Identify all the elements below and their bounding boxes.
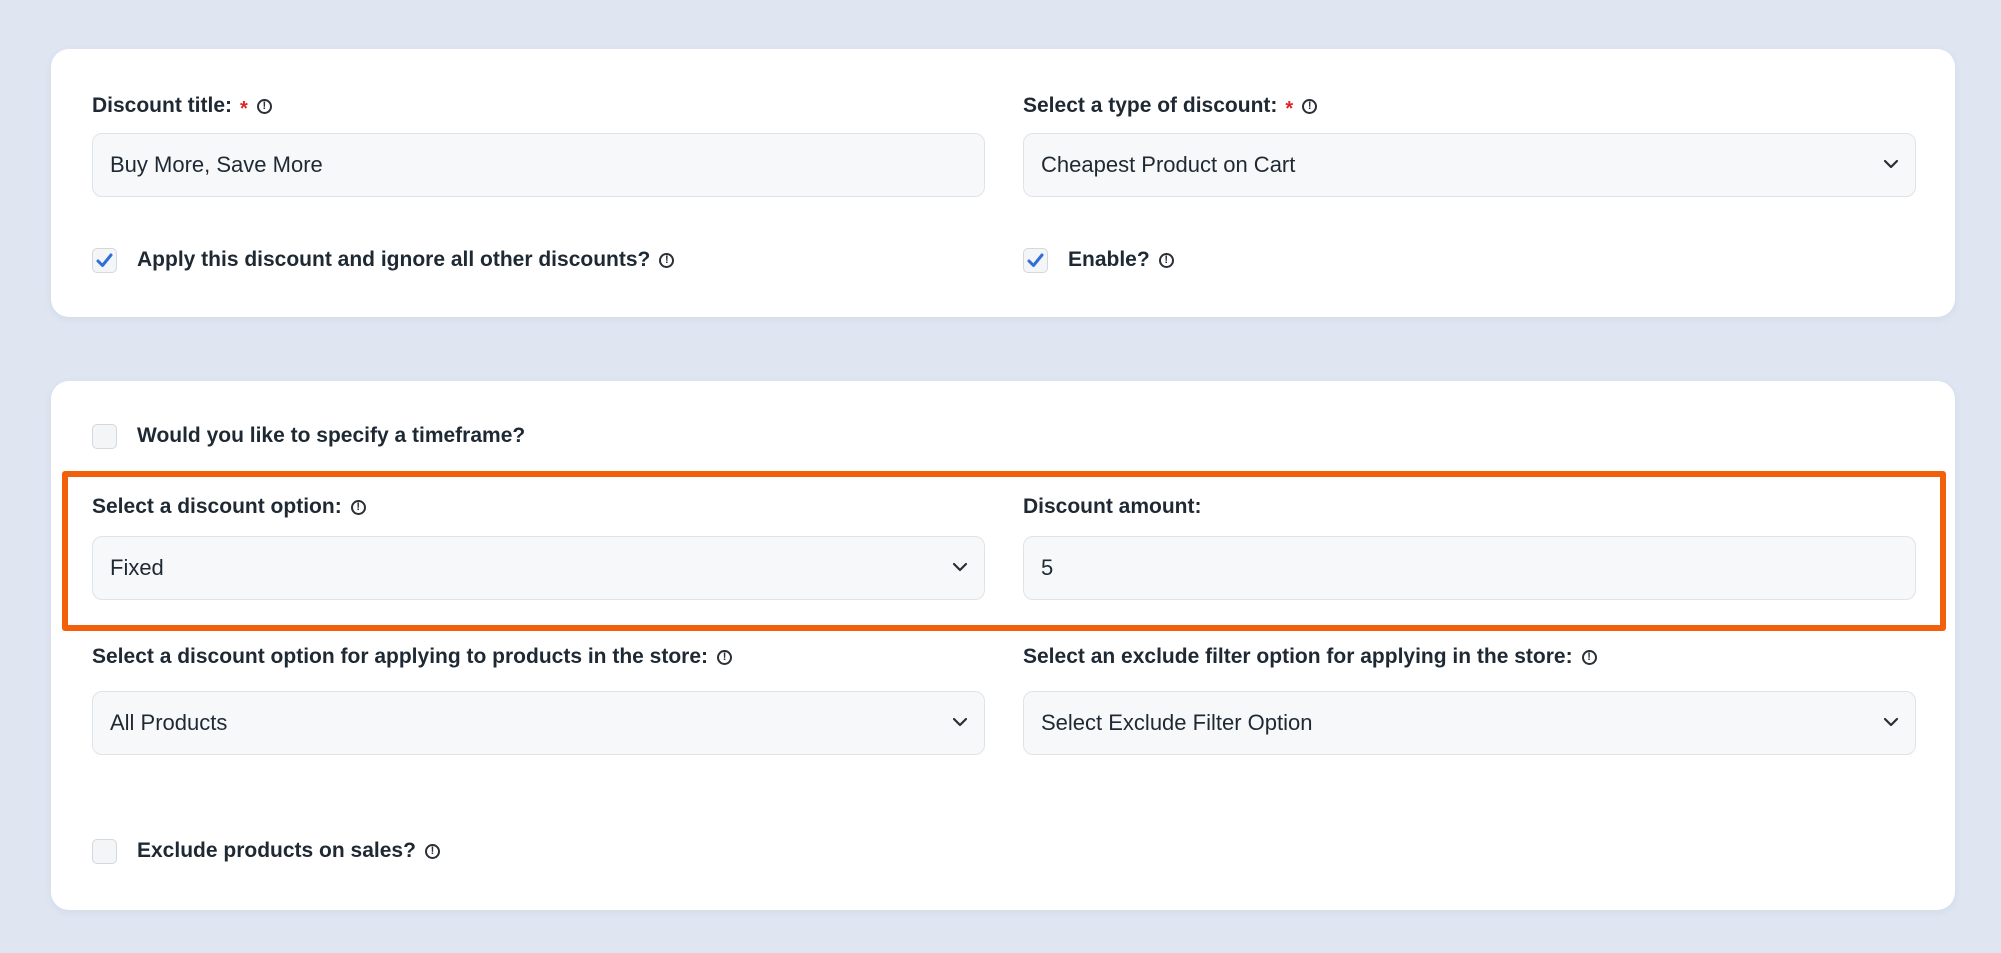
chevron-down-icon	[1883, 717, 1899, 727]
info-circle-icon[interactable]: !	[659, 252, 675, 268]
apply-products-select[interactable]: All Products	[92, 691, 985, 755]
highlight-box	[62, 471, 1946, 631]
general-settings-card: Discount title: * ! Buy More, Save More …	[51, 49, 1955, 317]
apply-exclusive-row: Apply this discount and ignore all other…	[92, 247, 675, 273]
apply-products-selected-value: All Products	[110, 710, 228, 735]
exclude-filter-selected-value: Select Exclude Filter Option	[1041, 710, 1313, 735]
apply-exclusive-label: Apply this discount and ignore all other…	[137, 247, 675, 273]
info-circle-icon[interactable]: !	[256, 98, 272, 114]
exclude-filter-label: Select an exclude filter option for appl…	[1023, 644, 1597, 670]
info-circle-icon[interactable]: !	[1302, 98, 1318, 114]
discount-type-select[interactable]: Cheapest Product on Cart	[1023, 133, 1916, 197]
info-circle-icon[interactable]: !	[1158, 252, 1174, 268]
discount-title-label: Discount title: * !	[92, 93, 272, 120]
timeframe-row: Would you like to specify a timeframe?	[92, 423, 525, 449]
enable-row: Enable? !	[1023, 247, 1174, 273]
exclude-filter-select[interactable]: Select Exclude Filter Option	[1023, 691, 1916, 755]
discount-type-label: Select a type of discount: * !	[1023, 93, 1318, 120]
required-asterisk: *	[240, 98, 248, 120]
check-icon	[96, 253, 113, 267]
exclude-sales-row: Exclude products on sales? !	[92, 838, 440, 864]
info-circle-icon[interactable]: !	[1581, 649, 1597, 665]
chevron-down-icon	[952, 717, 968, 727]
discount-title-input[interactable]: Buy More, Save More	[92, 133, 985, 197]
info-circle-icon[interactable]: !	[424, 843, 440, 859]
enable-label: Enable? !	[1068, 247, 1174, 273]
discount-options-card: Would you like to specify a timeframe? S…	[51, 381, 1955, 910]
timeframe-label: Would you like to specify a timeframe?	[137, 424, 526, 447]
required-asterisk: *	[1285, 98, 1294, 120]
apply-exclusive-checkbox[interactable]	[92, 247, 117, 273]
exclude-sales-checkbox[interactable]	[92, 838, 117, 864]
timeframe-checkbox[interactable]	[92, 423, 117, 449]
chevron-down-icon	[1883, 159, 1899, 169]
discount-type-selected-value: Cheapest Product on Cart	[1041, 152, 1296, 177]
enable-checkbox[interactable]	[1023, 247, 1048, 273]
apply-products-label: Select a discount option for applying to…	[92, 644, 733, 670]
exclude-sales-label: Exclude products on sales? !	[137, 838, 440, 864]
info-circle-icon[interactable]: !	[717, 649, 733, 665]
check-icon	[1027, 253, 1044, 267]
